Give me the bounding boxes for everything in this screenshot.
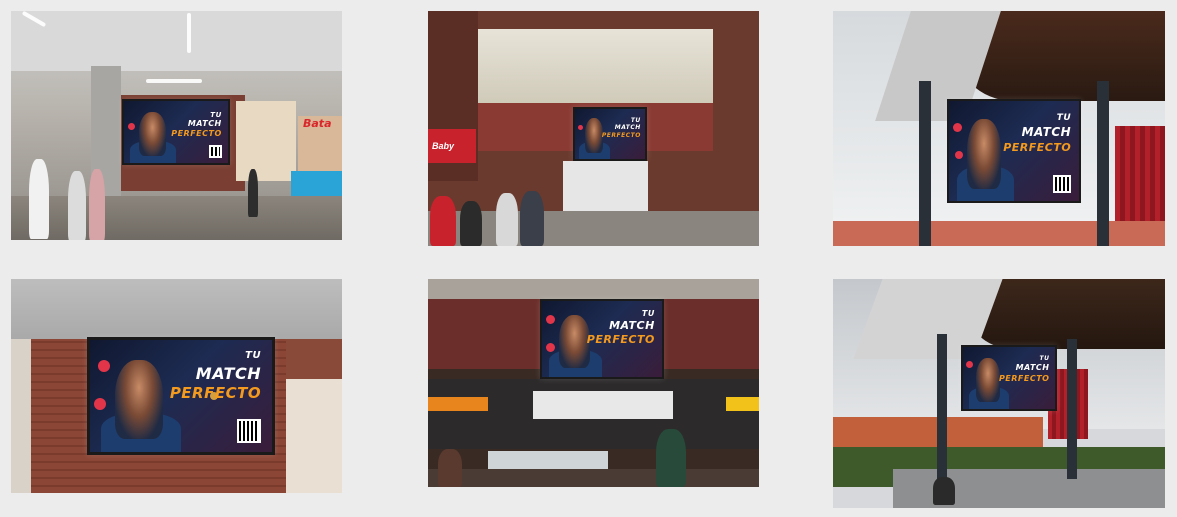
ad-qr-code: [208, 145, 222, 159]
ad-headline-line3: PERFECTO: [169, 384, 262, 402]
led-screen: TU MATCH PERFECTO: [122, 99, 230, 165]
ad-dot: [546, 315, 555, 324]
ad-person-face: [975, 358, 1000, 402]
ad-dot: [94, 398, 106, 410]
shopper: [430, 196, 456, 246]
shopper: [68, 171, 86, 240]
right-wall: [713, 11, 759, 181]
steel-column: [937, 334, 947, 484]
ad-qr-code: [1053, 175, 1072, 193]
ad-dot: [953, 123, 962, 132]
left-wall: [11, 339, 31, 493]
store-front: [286, 379, 342, 493]
store-sign-text: Baby: [432, 141, 455, 151]
led-screen: TU MATCH PERFECTO: [573, 107, 647, 161]
ad-headline-line2: MATCH: [614, 124, 641, 131]
diner: [656, 429, 686, 487]
ad-dot: [966, 361, 973, 368]
steel-column: [919, 81, 931, 246]
shopper: [89, 169, 105, 240]
ad-headline-line1: TU: [1039, 355, 1050, 362]
ad-dot: [578, 125, 583, 130]
photo-brick-wall-indoor: TU MATCH PERFECTO: [11, 279, 342, 493]
photo-food-court-atrium: Baby TU MATCH PERFECTO: [428, 11, 759, 246]
red-facade: [1115, 126, 1165, 231]
ceiling: [428, 279, 759, 299]
ad-headline-line1: TU: [245, 350, 262, 361]
shopper: [496, 193, 518, 246]
floor: [428, 469, 759, 487]
shopper: [248, 169, 258, 217]
ad-qr-code: [237, 419, 262, 444]
ad-headline-line2: MATCH: [609, 319, 655, 332]
ad-headline-line2: MATCH: [1021, 125, 1072, 139]
steel-column: [1067, 339, 1077, 479]
photo-food-court-night: TU MATCH PERFECTO: [428, 279, 759, 487]
photo-outdoor-canopy: TU MATCH PERFECTO: [833, 11, 1165, 246]
ceiling: [11, 279, 342, 339]
ad-headline-line1: TU: [641, 309, 655, 318]
led-screen: TU MATCH PERFECTO: [947, 99, 1081, 203]
ad-headline-line3: PERFECTO: [586, 333, 655, 346]
steel-column: [1097, 81, 1109, 246]
ad-headline-line1: TU: [210, 111, 222, 119]
ad-dot: [128, 123, 135, 130]
ad-headline-line3: PERFECTO: [171, 129, 222, 138]
seated-person: [933, 477, 955, 505]
ad-person-face: [115, 360, 163, 439]
ad-headline-line2: MATCH: [195, 364, 262, 383]
ad-headline-line2: MATCH: [187, 119, 222, 128]
led-screen: TU MATCH PERFECTO: [961, 345, 1057, 411]
ad-person-face: [584, 118, 603, 153]
store-front: [236, 101, 296, 181]
menu-boards: [533, 391, 673, 419]
store-sign: Bata: [303, 117, 332, 130]
diner: [438, 449, 462, 487]
ad-headline-line1: TU: [630, 117, 641, 124]
skylight: [478, 29, 713, 105]
led-screen: TU MATCH PERFECTO: [540, 299, 664, 379]
floor: [11, 196, 342, 240]
ceiling-light: [146, 79, 202, 83]
photo-outdoor-garden: TU MATCH PERFECTO: [833, 279, 1165, 508]
ad-person-face: [138, 112, 166, 156]
shopper: [460, 201, 482, 246]
yellow-sign: [726, 397, 759, 411]
led-screen: TU MATCH PERFECTO: [87, 337, 275, 455]
photo-mall-corridor: Bata TU MATCH PERFECTO: [11, 11, 342, 240]
ad-headline-line3: PERFECTO: [1003, 141, 1072, 154]
ad-headline-line2: MATCH: [1015, 363, 1050, 372]
ad-dot: [955, 151, 963, 159]
rooftop: [833, 221, 1165, 246]
shopper: [29, 159, 49, 239]
ceiling-light: [187, 13, 191, 53]
ad-headline-line3: PERFECTO: [601, 132, 641, 139]
ceiling: [11, 11, 342, 71]
ad-headline-line1: TU: [1056, 113, 1072, 123]
ad-dot: [98, 360, 110, 372]
shopper: [520, 191, 544, 246]
orange-sign: [428, 397, 488, 411]
ad-headline-line3: PERFECTO: [998, 374, 1050, 383]
ad-person-face: [967, 119, 1001, 189]
ad-dot: [546, 343, 555, 352]
ad-person-face: [558, 314, 590, 368]
